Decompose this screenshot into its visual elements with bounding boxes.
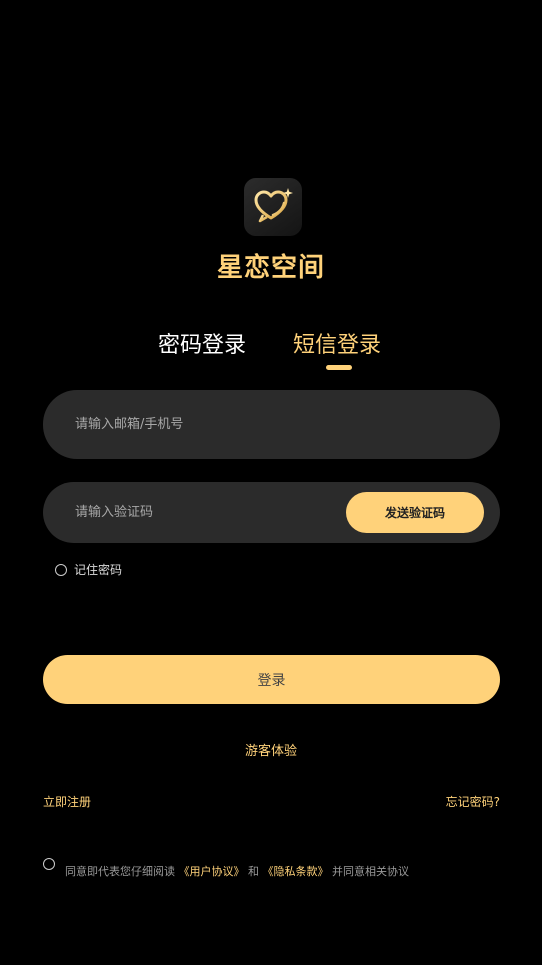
agreement-suffix: 并同意相关协议: [332, 865, 409, 878]
agreement-prefix: 同意即代表您仔细阅读: [65, 865, 175, 878]
guest-experience-link[interactable]: 游客体验: [0, 740, 542, 759]
register-link[interactable]: 立即注册: [43, 793, 91, 810]
account-input[interactable]: [73, 416, 337, 433]
heart-chat-sparkle-icon: [254, 188, 293, 223]
remember-label: 记住密码: [74, 563, 123, 577]
login-button[interactable]: 登录: [43, 655, 500, 704]
agreement-text: 同意即代表您仔细阅读 《用户协议》 和 《隐私条款》 并同意相关协议: [65, 863, 409, 879]
send-code-button[interactable]: 发送验证码: [346, 492, 484, 533]
forgot-password-link[interactable]: 忘记密码?: [446, 793, 500, 810]
user-agreement-link[interactable]: 《用户协议》: [179, 865, 245, 878]
tab-password-login[interactable]: 密码登录: [158, 327, 246, 359]
remember-password-option[interactable]: 记住密码: [55, 561, 122, 578]
verification-code-input[interactable]: [73, 504, 337, 521]
active-tab-indicator: [326, 365, 352, 370]
agreement-and: 和: [248, 865, 259, 878]
agreement-radio-icon[interactable]: [43, 858, 55, 870]
app-logo-icon: [244, 178, 302, 236]
account-field[interactable]: [43, 390, 500, 459]
privacy-policy-link[interactable]: 《隐私条款》: [263, 865, 329, 878]
tab-sms-login[interactable]: 短信登录: [293, 327, 381, 359]
app-name: 星恋空间: [216, 253, 325, 283]
remember-radio-icon[interactable]: [55, 563, 67, 576]
code-field[interactable]: 发送验证码: [43, 482, 500, 543]
